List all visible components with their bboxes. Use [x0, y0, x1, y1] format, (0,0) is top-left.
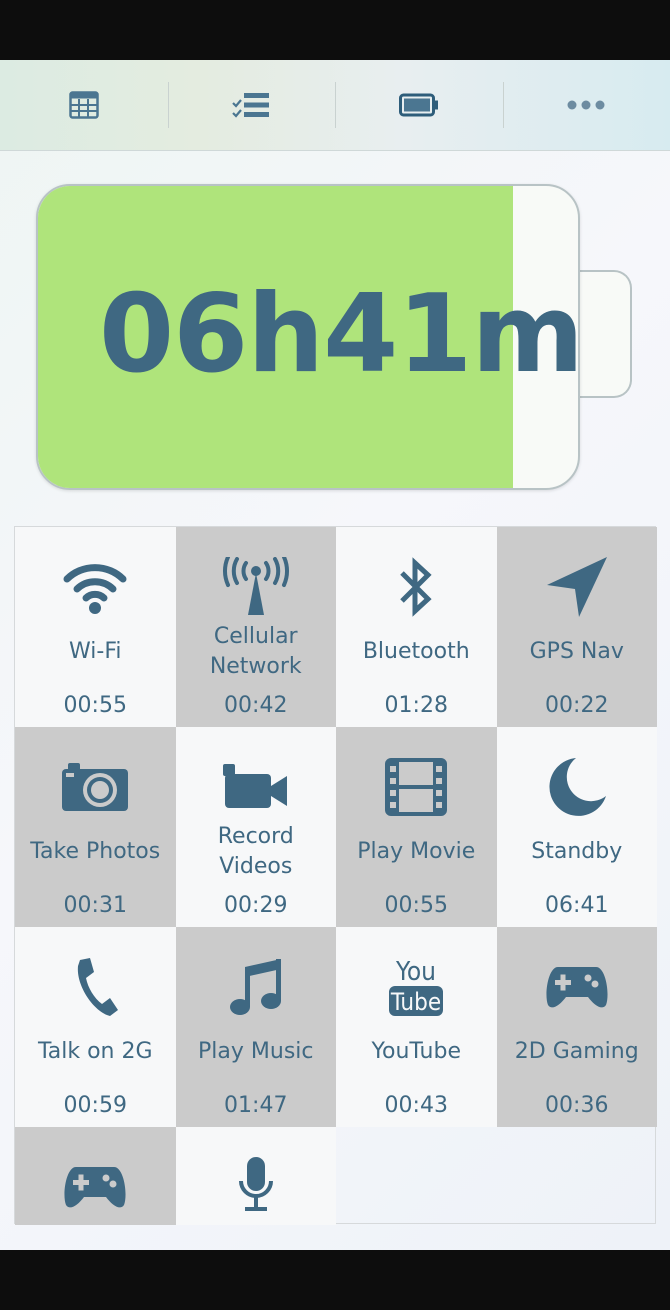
gamepad-icon [497, 955, 658, 1019]
tile-label: Bluetooth [362, 639, 470, 664]
cellular-tower-icon [176, 555, 337, 619]
tile-empty [497, 1127, 658, 1225]
tile-time: 00:22 [545, 693, 609, 718]
tile-wifi[interactable]: Wi-Fi 00:55 [15, 527, 176, 727]
film-icon [336, 755, 497, 819]
tile-label: Take Photos [30, 839, 161, 864]
svg-text:You: You [395, 957, 436, 987]
tile-time: 00:36 [545, 1093, 609, 1118]
battery-gauge: 06h41m [36, 184, 636, 490]
tile-record-videos[interactable]: Record Videos 00:29 [175, 727, 337, 927]
tile-cellular-network[interactable]: Cellular Network 00:42 [175, 527, 337, 727]
tile-standby[interactable]: Standby 06:41 [496, 727, 658, 927]
app-screen: 06h41m Wi-Fi 00:55 Cellular Network 00:4… [0, 60, 670, 1250]
top-toolbar [0, 60, 670, 151]
phone-icon [15, 955, 176, 1019]
tile-label: Cellular Network [209, 624, 302, 679]
tile-take-photos[interactable]: Take Photos 00:31 [15, 727, 176, 927]
tile-talk-on-2g[interactable]: Talk on 2G 00:59 [15, 927, 176, 1127]
toolbar-more-button[interactable] [502, 60, 670, 150]
tile-youtube[interactable]: You Tube YouTube 00:43 [336, 927, 497, 1127]
video-camera-icon [176, 755, 337, 819]
table-icon [69, 91, 99, 119]
activity-grid: Wi-Fi 00:55 Cellular Network 00:42 Bluet… [14, 526, 658, 1225]
tile-time: 00:43 [384, 1093, 448, 1118]
navigation-arrow-icon [497, 555, 658, 619]
tile-time: 00:59 [63, 1093, 127, 1118]
bluetooth-icon [336, 555, 497, 619]
tile-label: Record Videos [217, 824, 294, 879]
microphone-icon [176, 1153, 337, 1217]
tile-time: 00:42 [224, 693, 288, 718]
battery-icon [398, 93, 438, 117]
tile-time: 00:55 [63, 693, 127, 718]
tile-time: 01:28 [384, 693, 448, 718]
tile-time: 01:47 [224, 1093, 288, 1118]
tile-label: Play Movie [357, 839, 476, 864]
tile-label: YouTube [371, 1039, 461, 1064]
system-navigation-bar [0, 1250, 670, 1310]
tile-empty [336, 1127, 497, 1225]
tile-bluetooth[interactable]: Bluetooth 01:28 [336, 527, 497, 727]
wifi-icon [15, 555, 176, 619]
tile-voice-record[interactable] [175, 1127, 337, 1225]
tile-time: 00:29 [224, 893, 288, 918]
gamepad-icon [15, 1155, 176, 1219]
tile-play-movie[interactable]: Play Movie 00:55 [336, 727, 497, 927]
toolbar-table-button[interactable] [0, 60, 168, 150]
tile-label: 2D Gaming [514, 1039, 639, 1064]
tile-time: 00:55 [384, 893, 448, 918]
tile-2d-gaming[interactable]: 2D Gaming 00:36 [496, 927, 658, 1127]
music-note-icon [176, 955, 337, 1019]
tile-label: Wi-Fi [69, 639, 122, 664]
tile-label: Talk on 2G [37, 1039, 153, 1064]
svg-text:Tube: Tube [390, 988, 441, 1016]
status-bar [0, 0, 670, 60]
tile-gps-nav[interactable]: GPS Nav 00:22 [496, 527, 658, 727]
tile-3d-gaming[interactable] [15, 1127, 176, 1225]
tile-play-music[interactable]: Play Music 01:47 [175, 927, 337, 1127]
toolbar-checklist-button[interactable] [167, 60, 336, 150]
time-remaining: 06h41m [98, 272, 584, 397]
tile-label: GPS Nav [529, 639, 624, 664]
checklist-icon [232, 93, 270, 118]
more-icon [567, 100, 605, 110]
moon-icon [497, 755, 658, 819]
tile-label: Play Music [198, 1039, 314, 1064]
toolbar-battery-button[interactable] [335, 60, 503, 150]
tile-time: 06:41 [545, 893, 609, 918]
camera-icon [15, 755, 176, 819]
tile-label: Standby [531, 839, 623, 864]
youtube-icon: You Tube [336, 955, 497, 1019]
tile-time: 00:31 [63, 893, 127, 918]
